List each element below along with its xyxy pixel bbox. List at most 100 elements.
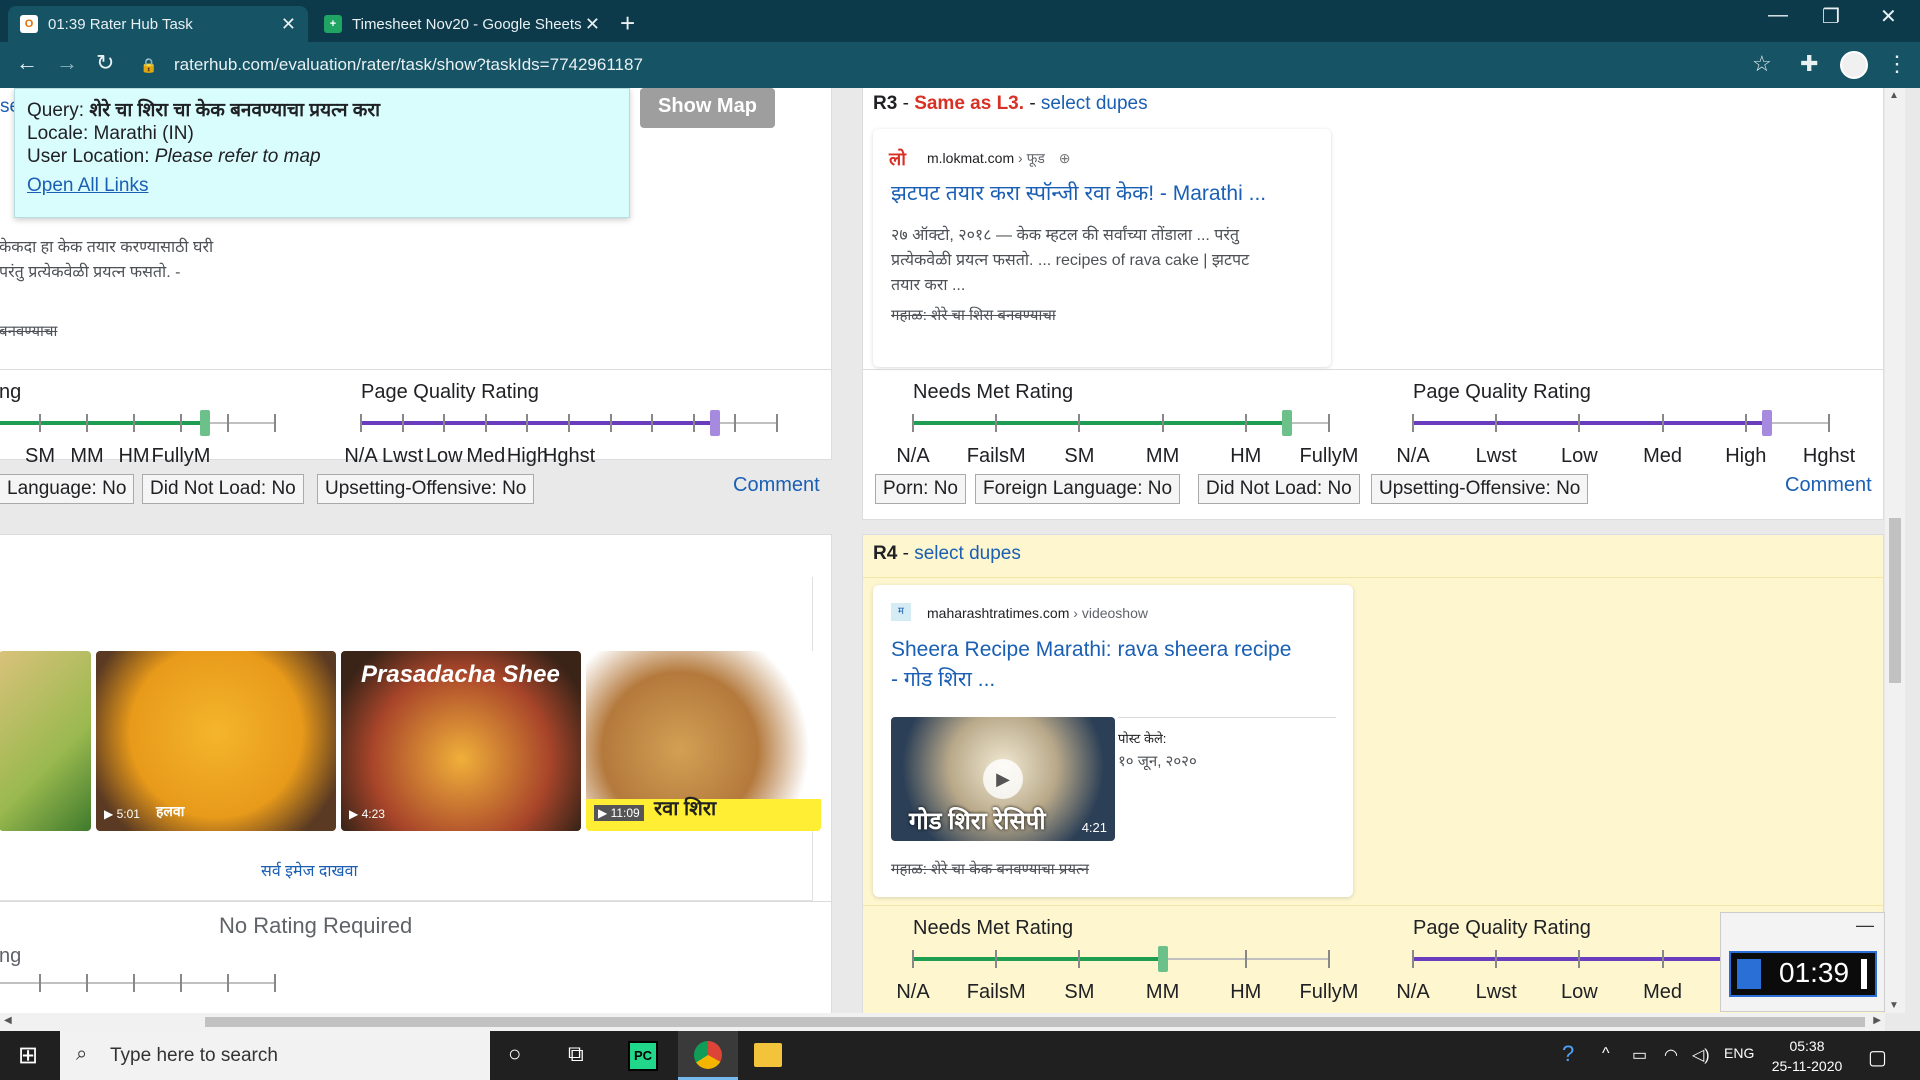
help-icon[interactable]: ? bbox=[1562, 1041, 1574, 1067]
slider-tick bbox=[1244, 950, 1247, 968]
profile-avatar[interactable] bbox=[1840, 51, 1868, 79]
play-icon: ▶ bbox=[983, 759, 1023, 799]
slider-thumb[interactable] bbox=[1761, 410, 1772, 436]
r4-needs-met-slider[interactable]: N/A FailsM SM MM HM FullyM bbox=[896, 941, 1358, 1003]
left-needs-met-slider[interactable]: SM MM HM FullyM bbox=[0, 405, 276, 467]
tray-chevron-icon[interactable]: ^ bbox=[1602, 1045, 1610, 1063]
r4-select-dupes[interactable]: select dupes bbox=[914, 543, 1021, 564]
open-all-links[interactable]: Open All Links bbox=[27, 174, 148, 197]
r3-result-title[interactable]: झटपट तयार करा स्पॉन्जी रवा केक! - Marath… bbox=[891, 179, 1266, 209]
slider-tick bbox=[274, 974, 276, 992]
close-window-icon[interactable]: ✕ bbox=[1880, 4, 1897, 29]
task-view-icon[interactable]: ⧉ bbox=[568, 1041, 584, 1067]
restore-icon[interactable]: ❐ bbox=[1822, 4, 1840, 29]
r3-search-card: लो m.lokmat.com › फूड ⊕ झटपट तयार करा स्… bbox=[873, 129, 1331, 367]
input-language[interactable]: ENG bbox=[1724, 1045, 1754, 1061]
left-images-panel: ▶ 5:01 हलवा Prasadacha Shee ▶ 4:23 ▶ 11:… bbox=[0, 534, 832, 1013]
close-tab-icon[interactable]: ✕ bbox=[585, 14, 600, 35]
slider-thumb[interactable] bbox=[709, 410, 720, 436]
flag-upsetting-offensive[interactable]: Upsetting-Offensive: No bbox=[1371, 474, 1589, 504]
r3-select-dupes[interactable]: select dupes bbox=[1041, 93, 1148, 114]
vertical-scroll-thumb[interactable] bbox=[1889, 518, 1901, 683]
minimize-icon[interactable]: — bbox=[1768, 4, 1788, 27]
wifi-icon[interactable]: ◠ bbox=[1664, 1045, 1678, 1065]
scroll-right-icon[interactable]: ▶ bbox=[1873, 1015, 1881, 1026]
flag-foreign-language[interactable]: Language: No bbox=[0, 474, 135, 504]
image-thumbnail[interactable]: Prasadacha Shee ▶ 4:23 bbox=[341, 651, 581, 831]
lokmat-logo-icon: लो bbox=[889, 149, 906, 169]
pycharm-icon[interactable]: PC bbox=[628, 1041, 658, 1071]
extensions-puzzle-icon[interactable]: ✚ bbox=[1800, 51, 1818, 77]
notification-icon[interactable]: ▢ bbox=[1868, 1045, 1887, 1070]
slider-tick bbox=[651, 414, 654, 432]
task-timer-widget[interactable]: — 01:39 bbox=[1720, 912, 1885, 1012]
slider-label: SM bbox=[1064, 981, 1095, 1003]
forward-arrow-icon[interactable]: → bbox=[56, 50, 78, 76]
taskbar-search-input[interactable]: ⌕ Type here to search bbox=[60, 1031, 490, 1080]
slider-label: SM bbox=[25, 445, 55, 467]
clock-date: 25-11-2020 bbox=[1771, 1058, 1843, 1074]
slider-fill bbox=[361, 421, 715, 425]
flag-porn[interactable]: Porn: No bbox=[875, 474, 966, 504]
flag-did-not-load[interactable]: Did Not Load: No bbox=[1198, 474, 1360, 504]
new-tab-button[interactable]: + bbox=[620, 8, 635, 39]
slider-tick bbox=[180, 974, 182, 992]
slider-label: FullyM bbox=[151, 445, 211, 467]
address-bar[interactable]: 🔒 raterhub.com/evaluation/rater/task/sho… bbox=[140, 48, 1790, 82]
query-label: Query: bbox=[27, 100, 90, 121]
slider-thumb[interactable] bbox=[1157, 946, 1168, 972]
info-icon[interactable]: ⊕ bbox=[1059, 150, 1071, 166]
close-tab-icon[interactable]: ✕ bbox=[281, 14, 296, 35]
r3-needs-met-slider[interactable]: N/A FailsM SM MM HM FullyM bbox=[896, 405, 1358, 467]
r3-page-quality-slider[interactable]: N/A Lwst Low Med High Hghst bbox=[1396, 405, 1855, 467]
vertical-scrollbar[interactable]: ▲ ▼ bbox=[1885, 88, 1905, 1013]
r4-video-thumbnail[interactable]: ▶ गोड शिरा रेसिपी 4:21 bbox=[891, 717, 1115, 841]
tab-timesheet[interactable]: + Timesheet Nov20 - Google Sheets ✕ bbox=[312, 6, 612, 42]
image-thumbnail[interactable] bbox=[0, 651, 91, 831]
left-page-quality-slider[interactable]: N/A Lwst Low Med High Hghst bbox=[344, 405, 778, 467]
slider-tick bbox=[1328, 414, 1330, 432]
minimize-timer-icon[interactable]: — bbox=[1856, 915, 1874, 936]
horizontal-scrollbar[interactable]: ◀ ▶ bbox=[0, 1013, 1885, 1031]
menu-kebab-icon[interactable]: ⋮ bbox=[1886, 51, 1908, 77]
slider-thumb[interactable] bbox=[199, 410, 210, 436]
flag-did-not-load[interactable]: Did Not Load: No bbox=[142, 474, 304, 504]
slider-tick bbox=[526, 414, 529, 432]
left-snippet-line: केकदा हा केक तयार करण्यासाठी घरी bbox=[0, 239, 214, 256]
flag-upsetting-offensive[interactable]: Upsetting-Offensive: No bbox=[317, 474, 535, 504]
windows-start-icon[interactable]: ⊞ bbox=[18, 1041, 38, 1070]
flag-foreign-language[interactable]: Foreign Language: No bbox=[975, 474, 1181, 504]
cortana-circle-icon[interactable]: ○ bbox=[508, 1041, 521, 1067]
bookmark-star-icon[interactable]: ☆ bbox=[1752, 51, 1772, 77]
scroll-down-icon[interactable]: ▼ bbox=[1889, 1000, 1899, 1011]
tab-rater-hub[interactable]: O 01:39 Rater Hub Task ✕ bbox=[8, 6, 308, 42]
see-all-images-link[interactable]: सर्व इमेज दाखवा bbox=[261, 859, 358, 881]
slider-tick bbox=[1661, 950, 1664, 968]
horizontal-scroll-thumb[interactable] bbox=[205, 1017, 1865, 1027]
image-thumbnail[interactable]: ▶ 11:09 रवा शिरा bbox=[586, 651, 821, 831]
slider-thumb[interactable] bbox=[1282, 410, 1293, 436]
system-clock[interactable]: 05:38 25-11-2020 bbox=[1762, 1036, 1852, 1076]
show-map-button[interactable]: Show Map bbox=[640, 88, 775, 128]
volume-icon[interactable]: ◁) bbox=[1692, 1045, 1710, 1065]
scroll-left-icon[interactable]: ◀ bbox=[4, 1015, 12, 1026]
left-comment-link[interactable]: Comment bbox=[733, 474, 820, 497]
r3-comment-link[interactable]: Comment bbox=[1785, 474, 1872, 497]
image-thumbnail[interactable]: ▶ 5:01 हलवा bbox=[96, 651, 336, 831]
timer-display: 01:39 bbox=[1729, 951, 1877, 997]
r3-snippet-line: तयार करा ... bbox=[891, 277, 966, 294]
file-explorer-icon[interactable] bbox=[754, 1043, 782, 1067]
slider-tick bbox=[39, 414, 41, 432]
reload-icon[interactable]: ↻ bbox=[96, 50, 114, 76]
chrome-taskbar-button[interactable] bbox=[678, 1031, 738, 1080]
url-text: raterhub.com/evaluation/rater/task/show?… bbox=[174, 55, 643, 74]
r4-label: R4 bbox=[873, 543, 898, 564]
tab-title: 01:39 Rater Hub Task bbox=[48, 15, 193, 33]
battery-icon[interactable]: ▭ bbox=[1632, 1045, 1647, 1065]
scroll-up-icon[interactable]: ▲ bbox=[1889, 90, 1899, 101]
slider-label: FailsM bbox=[966, 981, 1026, 1003]
back-arrow-icon[interactable]: ← bbox=[16, 50, 38, 76]
sheets-favicon-icon: + bbox=[324, 15, 342, 33]
r4-result-title[interactable]: Sheera Recipe Marathi: rava sheera recip… bbox=[891, 635, 1341, 695]
raterhub-favicon-icon: O bbox=[20, 15, 38, 33]
